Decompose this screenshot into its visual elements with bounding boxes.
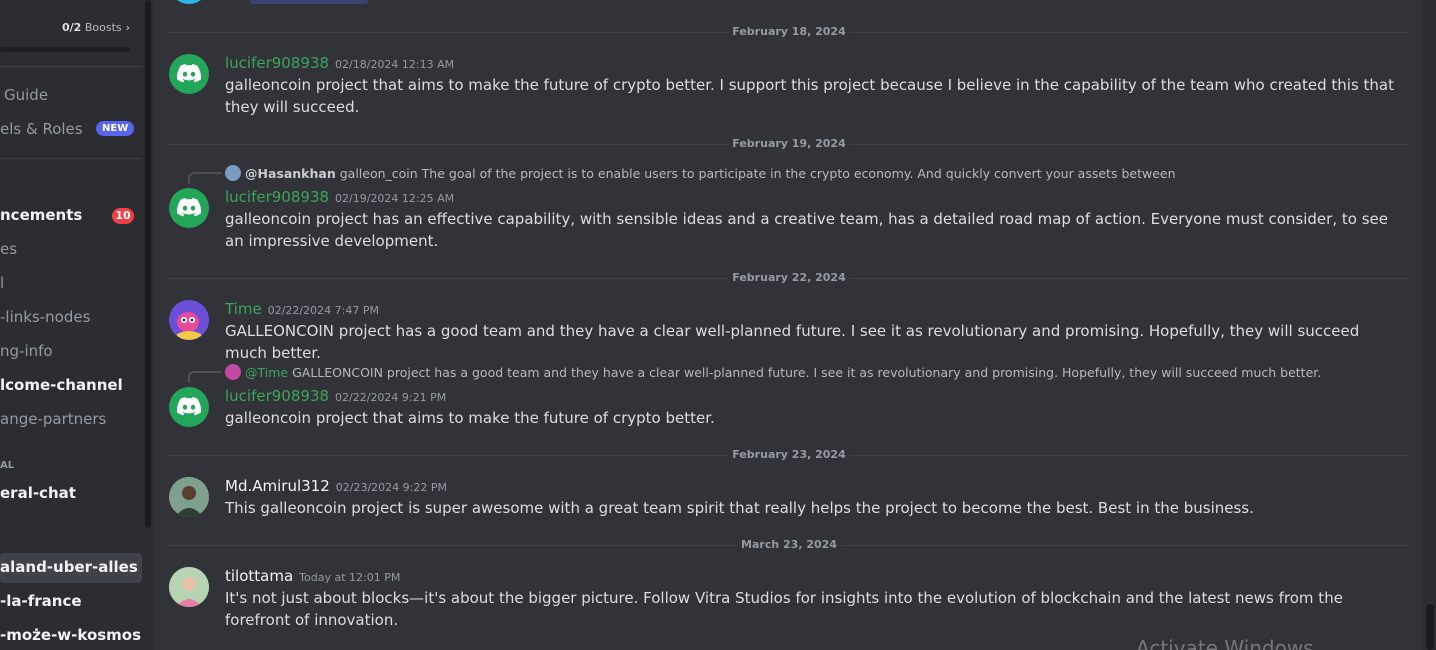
sidebar-item-la-france[interactable]: -la-france	[0, 592, 82, 610]
discord-logo-icon	[177, 397, 201, 416]
message-header: lucifer908938 02/22/2024 9:21 PM	[225, 386, 446, 405]
avatar-time[interactable]	[169, 300, 209, 340]
message-content: This galleoncoin project is super awesom…	[225, 499, 1254, 517]
avatar[interactable]	[169, 0, 209, 4]
reply-preview[interactable]: @Hasankhan galleon_coin The goal of the p…	[225, 165, 1176, 181]
sidebar-divider	[0, 66, 142, 67]
avatar-discord-default[interactable]	[169, 188, 209, 228]
avatar-photo[interactable]	[169, 567, 209, 607]
date-label: February 23, 2024	[728, 448, 850, 461]
reply-author[interactable]: @Hasankhan	[245, 166, 336, 181]
new-badge: NEW	[96, 121, 135, 136]
date-label: March 23, 2024	[737, 538, 841, 551]
sidebar-item-uber-alles[interactable]: aland-uber-alles	[0, 558, 138, 576]
sidebar-item-exchange-partners[interactable]: ange-partners	[0, 410, 106, 428]
sidebar-item-channel[interactable]: l	[0, 274, 4, 292]
chat-scrollbar-track[interactable]	[1423, 0, 1436, 650]
chat-scrollbar-thumb[interactable]	[1426, 604, 1434, 650]
message-header: Time 02/22/2024 7:47 PM	[225, 299, 379, 318]
avatar-discord-default[interactable]	[169, 54, 209, 94]
message-header: Md.Amirul312 02/23/2024 9:22 PM	[225, 476, 447, 495]
date-label: February 18, 2024	[728, 25, 850, 38]
discord-logo-icon	[177, 64, 201, 83]
date-divider: March 23, 2024	[168, 538, 1410, 552]
cartoon-avatar-icon	[169, 300, 209, 340]
activate-windows-watermark: Activate Windows	[1136, 636, 1314, 650]
reply-connector	[188, 371, 222, 383]
reply-preview[interactable]: @Time GALLEONCOIN project has a good team…	[225, 364, 1321, 380]
server-boosts[interactable]: 0/2 Boosts ›	[62, 21, 130, 34]
reply-connector	[188, 172, 222, 184]
sidebar-item-welcome-channel[interactable]: lcome-channel	[0, 376, 123, 394]
timestamp: 02/22/2024 7:47 PM	[267, 304, 379, 317]
sidebar-item-channel[interactable]: es	[0, 240, 17, 258]
message-content: It's not just about blocks—it's about th…	[225, 589, 1343, 629]
mention-highlight	[250, 0, 368, 4]
sidebar-divider	[0, 158, 142, 159]
date-divider: February 23, 2024	[168, 448, 1410, 462]
sidebar-item-links-nodes[interactable]: -links-nodes	[0, 308, 90, 326]
date-label: February 19, 2024	[728, 137, 850, 150]
timestamp: Today at 12:01 PM	[299, 571, 401, 584]
date-label: February 22, 2024	[728, 271, 850, 284]
username[interactable]: Md.Amirul312	[225, 477, 330, 495]
username[interactable]: lucifer908938	[225, 54, 329, 72]
username[interactable]: lucifer908938	[225, 188, 329, 206]
boost-progress-bar	[0, 47, 130, 52]
timestamp: 02/18/2024 12:13 AM	[335, 58, 455, 71]
sidebar-item-channels-roles[interactable]: els & Roles	[0, 120, 83, 138]
username[interactable]: tilottama	[225, 567, 293, 585]
message-content: galleoncoin project that aims to make th…	[225, 76, 1394, 116]
boosts-count: 0/2	[62, 21, 82, 34]
message-header: tilottama Today at 12:01 PM	[225, 566, 400, 585]
sidebar-scrollbar[interactable]	[145, 0, 151, 528]
date-divider: February 18, 2024	[168, 25, 1410, 39]
chevron-right-icon: ›	[125, 21, 131, 34]
user-photo-icon	[169, 567, 209, 607]
boosts-label: Boosts	[84, 21, 122, 34]
timestamp: 02/23/2024 9:22 PM	[335, 481, 447, 494]
sidebar-item-general-chat[interactable]: eral-chat	[0, 484, 76, 502]
message-content: GALLEONCOIN project has a good team and …	[225, 322, 1360, 362]
timestamp: 02/22/2024 9:21 PM	[335, 391, 447, 404]
avatar-discord-default[interactable]	[169, 387, 209, 427]
avatar-photo[interactable]	[169, 477, 209, 517]
reply-text: galleon_coin The goal of the project is …	[339, 166, 1176, 181]
category-label[interactable]: AL	[0, 460, 14, 471]
message-header: lucifer908938 02/18/2024 12:13 AM	[225, 53, 454, 72]
date-divider: February 19, 2024	[168, 137, 1410, 151]
message-content: galleoncoin project has an effective cap…	[225, 210, 1388, 250]
reply-author[interactable]: @Time	[245, 365, 288, 380]
message-header: lucifer908938 02/19/2024 12:25 AM	[225, 187, 454, 206]
username[interactable]: Time	[225, 300, 262, 318]
username[interactable]: lucifer908938	[225, 387, 329, 405]
unread-count-badge: 10	[112, 208, 134, 224]
reply-avatar	[225, 165, 241, 181]
message-content: galleoncoin project that aims to make th…	[225, 409, 715, 427]
sidebar-item-announcements[interactable]: ncements	[0, 206, 82, 224]
sidebar-item-info[interactable]: ng-info	[0, 342, 53, 360]
sidebar-item-guide[interactable]: Guide	[4, 86, 48, 104]
date-divider: February 22, 2024	[168, 271, 1410, 285]
discord-logo-icon	[177, 198, 201, 217]
reply-text: GALLEONCOIN project has a good team and …	[292, 365, 1322, 380]
user-photo-icon	[169, 477, 209, 517]
channel-sidebar: 0/2 Boosts › Guide els & Roles NEW ncemen…	[0, 0, 153, 650]
sidebar-item-kosmos[interactable]: -może-w-kosmos	[0, 626, 141, 644]
discord-window: 0/2 Boosts › Guide els & Roles NEW ncemen…	[0, 0, 1436, 650]
timestamp: 02/19/2024 12:25 AM	[335, 192, 455, 205]
reply-avatar	[225, 364, 241, 380]
